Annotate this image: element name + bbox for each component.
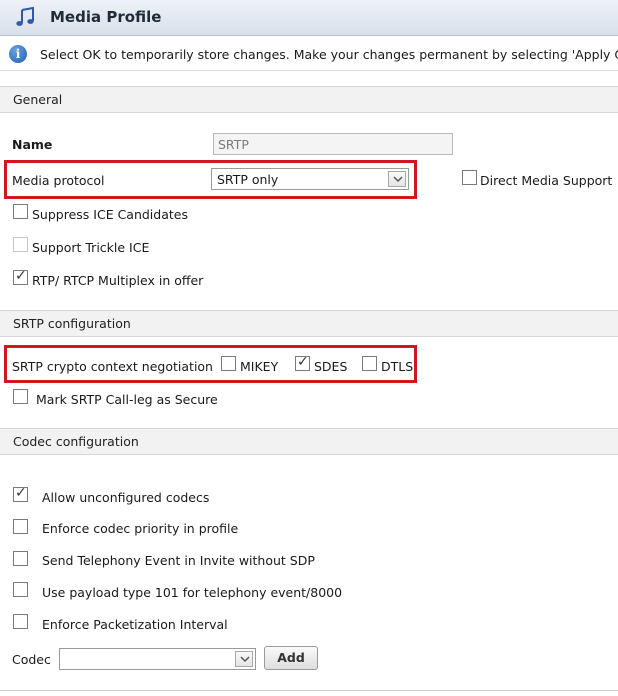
- codec-option-label: Allow unconfigured codecs: [42, 490, 210, 505]
- bottom-divider: [0, 690, 618, 691]
- chevron-down-icon[interactable]: [235, 651, 253, 667]
- codec-option-checkbox[interactable]: [13, 551, 28, 566]
- codec-label: Codec: [12, 652, 51, 667]
- srtp-negotiation-label: SRTP crypto context negotiation: [12, 359, 213, 374]
- section-codec-label: Codec configuration: [13, 434, 139, 449]
- section-srtp: SRTP configuration: [0, 310, 618, 337]
- secure-leg-checkbox[interactable]: [13, 389, 28, 404]
- codec-select[interactable]: [59, 648, 256, 670]
- music-note-icon: [16, 6, 34, 26]
- page-title: Media Profile: [50, 8, 162, 26]
- codec-option-checkbox[interactable]: [13, 519, 28, 534]
- rtcp-mux-checkbox[interactable]: ✓: [13, 268, 28, 285]
- codec-option-label: Enforce Packetization Interval: [42, 617, 228, 632]
- checkmark-icon: ✓: [297, 354, 309, 370]
- section-srtp-label: SRTP configuration: [13, 316, 131, 331]
- checkmark-icon: ✓: [15, 268, 27, 284]
- direct-media-label: Direct Media Support: [480, 173, 613, 188]
- codec-option-checkbox[interactable]: [13, 582, 28, 597]
- suppress-ice-label: Suppress ICE Candidates: [32, 207, 188, 222]
- secure-leg-label: Mark SRTP Call-leg as Secure: [36, 392, 218, 407]
- media-protocol-select[interactable]: SRTP only: [211, 168, 409, 190]
- suppress-ice-checkbox[interactable]: [13, 204, 28, 219]
- trickle-ice-checkbox[interactable]: [13, 237, 28, 252]
- sdes-checkbox[interactable]: ✓: [295, 354, 310, 371]
- name-field[interactable]: SRTP: [213, 133, 453, 155]
- section-codec: Codec configuration: [0, 428, 618, 455]
- media-protocol-value: SRTP only: [217, 172, 279, 187]
- name-value: SRTP: [218, 137, 249, 152]
- mikey-label: MIKEY: [240, 359, 279, 374]
- direct-media-checkbox[interactable]: [462, 170, 477, 185]
- title-bar: Media Profile: [0, 0, 618, 36]
- checkmark-icon: ✓: [15, 485, 27, 501]
- codec-option-label: Use payload type 101 for telephony event…: [42, 585, 343, 600]
- add-codec-button[interactable]: Add: [264, 646, 318, 670]
- chevron-down-icon[interactable]: [388, 171, 406, 187]
- info-icon: i: [9, 45, 27, 63]
- trickle-ice-label: Support Trickle ICE: [32, 240, 150, 255]
- rtcp-mux-label: RTP/ RTCP Multiplex in offer: [32, 273, 204, 288]
- mikey-checkbox[interactable]: [221, 356, 236, 371]
- section-general: General: [0, 86, 618, 113]
- codec-option-checkbox[interactable]: [13, 614, 28, 629]
- codec-option-label: Send Telephony Event in Invite without S…: [42, 553, 315, 568]
- name-label: Name: [12, 137, 53, 152]
- info-bar: i Select OK to temporarily store changes…: [0, 37, 618, 71]
- sdes-label: SDES: [314, 359, 348, 374]
- dtls-label: DTLS: [381, 359, 414, 374]
- dtls-checkbox[interactable]: [362, 356, 377, 371]
- codec-option-checkbox[interactable]: ✓: [13, 485, 28, 502]
- codec-option-label: Enforce codec priority in profile: [42, 521, 239, 536]
- media-protocol-label: Media protocol: [12, 173, 105, 188]
- section-general-label: General: [13, 92, 63, 107]
- info-message: Select OK to temporarily store changes. …: [40, 47, 618, 62]
